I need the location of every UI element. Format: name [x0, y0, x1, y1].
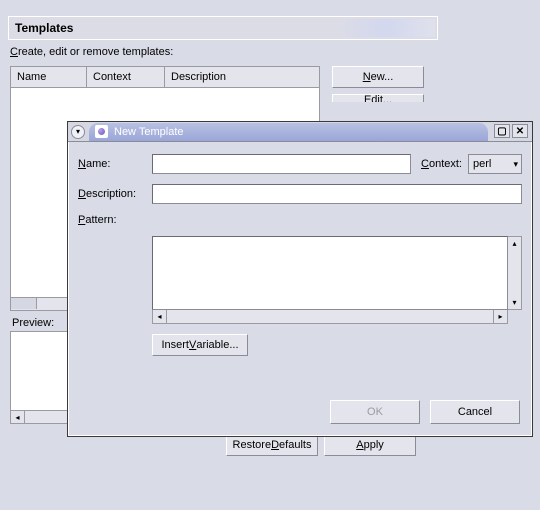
- table-header: Name Context Description: [10, 66, 320, 88]
- close-icon[interactable]: ✕: [512, 124, 528, 138]
- ok-button[interactable]: OK: [330, 400, 420, 424]
- dialog-title-text: New Template: [114, 126, 184, 138]
- context-selected-value: perl: [473, 158, 491, 170]
- apply-button[interactable]: Apply: [324, 434, 416, 456]
- cancel-button[interactable]: Cancel: [430, 400, 520, 424]
- pattern-textarea[interactable]: [152, 236, 508, 310]
- ok-label: OK: [367, 406, 383, 418]
- restore-pre: Restore: [233, 439, 272, 451]
- col-context[interactable]: Context: [87, 67, 165, 87]
- restore-defaults-button[interactable]: Restore Defaults: [226, 434, 318, 456]
- caption-accel: C: [10, 46, 18, 58]
- apply-rest: pply: [364, 439, 384, 451]
- scroll-left-arrow-icon[interactable]: ◂: [11, 411, 25, 423]
- insert-accel: V: [189, 339, 196, 351]
- dialog-titlebar[interactable]: ▾ New Template ▢ ✕: [68, 122, 532, 142]
- restore-accel: D: [271, 439, 279, 451]
- pattern-label: Pattern:: [78, 214, 146, 226]
- scroll-right-arrow-icon[interactable]: ▸: [493, 310, 507, 323]
- insert-rest: ariable...: [196, 339, 238, 351]
- col-description[interactable]: Description: [165, 67, 319, 87]
- bottom-button-row: Restore Defaults Apply: [226, 434, 534, 456]
- context-select[interactable]: perl: [468, 154, 522, 174]
- panel-caption: Create, edit or remove templates:: [10, 46, 534, 58]
- new-template-dialog: ▾ New Template ▢ ✕ Name: Context: perl D…: [67, 121, 533, 437]
- description-input[interactable]: [152, 184, 522, 204]
- pattern-rest: attern:: [85, 214, 116, 226]
- restore-rest: efaults: [279, 439, 311, 451]
- scroll-up-arrow-icon[interactable]: ▴: [508, 237, 521, 250]
- window-menu-icon[interactable]: ▾: [71, 125, 85, 139]
- eclipse-icon: [95, 125, 108, 138]
- description-label: Description:: [78, 188, 146, 200]
- pattern-horizontal-scrollbar[interactable]: ◂ ▸: [152, 310, 508, 324]
- scroll-thumb[interactable]: [11, 298, 37, 309]
- name-accel: N: [78, 158, 86, 170]
- insert-pre: Insert: [161, 339, 189, 351]
- title-tab: New Template: [89, 123, 488, 141]
- maximize-icon[interactable]: ▢: [494, 124, 510, 138]
- new-button[interactable]: New...: [332, 66, 424, 88]
- name-rest: ame:: [86, 158, 110, 170]
- name-label: Name:: [78, 158, 146, 170]
- caption-text: reate, edit or remove templates:: [18, 46, 173, 58]
- desc-rest: escription:: [86, 188, 136, 200]
- scroll-left-arrow-icon[interactable]: ◂: [153, 310, 167, 323]
- context-label: Context:: [421, 158, 462, 170]
- scroll-down-arrow-icon[interactable]: ▾: [508, 296, 521, 309]
- context-rest: ontext:: [429, 158, 462, 170]
- new-accel: N: [363, 71, 371, 83]
- section-title-text: Templates: [15, 21, 73, 35]
- context-accel: C: [421, 158, 429, 170]
- apply-accel: A: [356, 439, 363, 451]
- desc-accel: D: [78, 188, 86, 200]
- cancel-label: Cancel: [458, 406, 492, 418]
- section-title: Templates: [8, 16, 438, 40]
- insert-variable-button[interactable]: Insert Variable...: [152, 334, 248, 356]
- edit-label: Edit...: [364, 94, 392, 102]
- name-input[interactable]: [152, 154, 411, 174]
- col-name[interactable]: Name: [11, 67, 87, 87]
- new-rest: ew...: [371, 71, 394, 83]
- pattern-vertical-scrollbar[interactable]: ▴ ▾: [508, 236, 522, 310]
- edit-button[interactable]: Edit...: [332, 94, 424, 102]
